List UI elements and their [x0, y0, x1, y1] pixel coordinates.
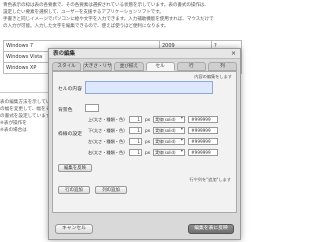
border-style-select[interactable]: 実線(solid) — [153, 127, 186, 134]
tab-column[interactable]: 列 — [207, 62, 238, 71]
tab-size-resize[interactable]: 大きさ・リサイズ — [83, 62, 113, 71]
paragraph-line: 手書きと同じイメージでパソコンに絵や文字を入力できます。入力補助機能を使用すれば… — [3, 17, 214, 22]
side-line: ※表が操作を — [0, 121, 27, 126]
dialog-title: 表の編集 — [53, 51, 76, 57]
side-line: ※表の場合は — [0, 128, 27, 133]
row-col-note: 行や列を"追加"します — [189, 177, 231, 182]
paragraph-line: 青色表示の枠は表の各要素で、その各要素は選択されている状態を示しています。表の書… — [3, 3, 209, 8]
side-line: の書式を設定しています。 — [0, 114, 52, 119]
paragraph-line: の入力が可能。入力した文字を編集できるので、使えば使うほど便利になります。 — [3, 24, 169, 29]
tab-align[interactable]: 並び揃え — [114, 62, 144, 71]
background-paragraph: 青色表示の枠は表の各要素で、その各要素は選択されている状態を示しています。表の書… — [3, 2, 247, 30]
border-unit: px — [145, 117, 151, 122]
apply-to-table-button[interactable]: 編集を表に反映 — [188, 224, 234, 234]
side-line: の幅を変更して、幅をそろえ — [0, 107, 52, 112]
table-edit-dialog: 表の編集 × スタイル 大きさ・リサイズ 並び揃え セル 行 列 内容の編集をし… — [48, 48, 241, 240]
tab-style[interactable]: スタイル — [52, 62, 82, 71]
border-color-input[interactable]: #999999 — [188, 127, 219, 134]
border-row-left: 左(太さ・種類・色) 1 px 実線(solid) #999999 — [88, 137, 219, 146]
border-side-label: 下(太さ・種類・色) — [88, 127, 125, 133]
border-side-label: 左(太さ・種類・色) — [88, 138, 125, 144]
border-unit: px — [145, 150, 151, 155]
tab-cell[interactable]: セル — [145, 62, 175, 71]
paragraph-line: 設定したい要素を選択して、ユーザーを支援するアプリケーションソフトです。 — [3, 10, 164, 15]
border-style-select[interactable]: 実線(solid) — [153, 138, 186, 145]
border-width-input[interactable]: 1 — [129, 116, 142, 123]
border-style-select[interactable]: 実線(solid) — [153, 149, 186, 156]
border-width-input[interactable]: 1 — [129, 127, 142, 134]
dialog-titlebar[interactable]: 表の編集 × — [49, 49, 240, 59]
add-row-button[interactable]: 行の追加 — [58, 186, 90, 194]
cell-tab-panel: 内容の編集をします セルの内容 背景色 枠線の設定 上(太さ・種類・色) 1 p… — [52, 71, 237, 213]
border-color-input[interactable]: #999999 — [188, 116, 219, 123]
tab-row[interactable]: 行 — [176, 62, 206, 71]
background-side-text: 表の編集方法を示しています。 の幅を変更して、幅をそろえ の書式を設定しています… — [0, 99, 52, 134]
border-unit: px — [145, 139, 151, 144]
apply-edit-button[interactable]: 編集を反映 — [58, 164, 92, 172]
border-side-label: 上(太さ・種類・色) — [88, 116, 125, 122]
border-width-input[interactable]: 1 — [129, 138, 142, 145]
cell-content-input[interactable] — [85, 81, 213, 94]
cell-content-label: セルの内容 — [58, 87, 82, 92]
border-row-top: 上(太さ・種類・色) 1 px 実線(solid) #999999 — [88, 115, 219, 124]
border-row-right: 右(太さ・種類・色) 1 px 実線(solid) #999999 — [88, 148, 219, 157]
border-style-select[interactable]: 実線(solid) — [153, 116, 186, 123]
cancel-button[interactable]: キャンセル — [55, 224, 93, 234]
bg-color-input[interactable] — [85, 104, 99, 112]
border-row-bottom: 下(太さ・種類・色) 1 px 実線(solid) #999999 — [88, 126, 219, 135]
bg-color-label: 背景色 — [58, 108, 73, 113]
border-side-label: 右(太さ・種類・色) — [88, 149, 125, 155]
border-color-input[interactable]: #999999 — [188, 149, 219, 156]
border-unit: px — [145, 128, 151, 133]
border-color-input[interactable]: #999999 — [188, 138, 219, 145]
side-line: 表の編集方法を示しています。 — [0, 100, 52, 105]
panel-caption: 内容の編集をします — [194, 74, 232, 79]
close-icon[interactable]: × — [231, 50, 236, 58]
add-column-button[interactable]: 列の追加 — [95, 186, 127, 194]
border-settings-label: 枠線の設定 — [58, 132, 82, 137]
border-width-input[interactable]: 1 — [129, 149, 142, 156]
